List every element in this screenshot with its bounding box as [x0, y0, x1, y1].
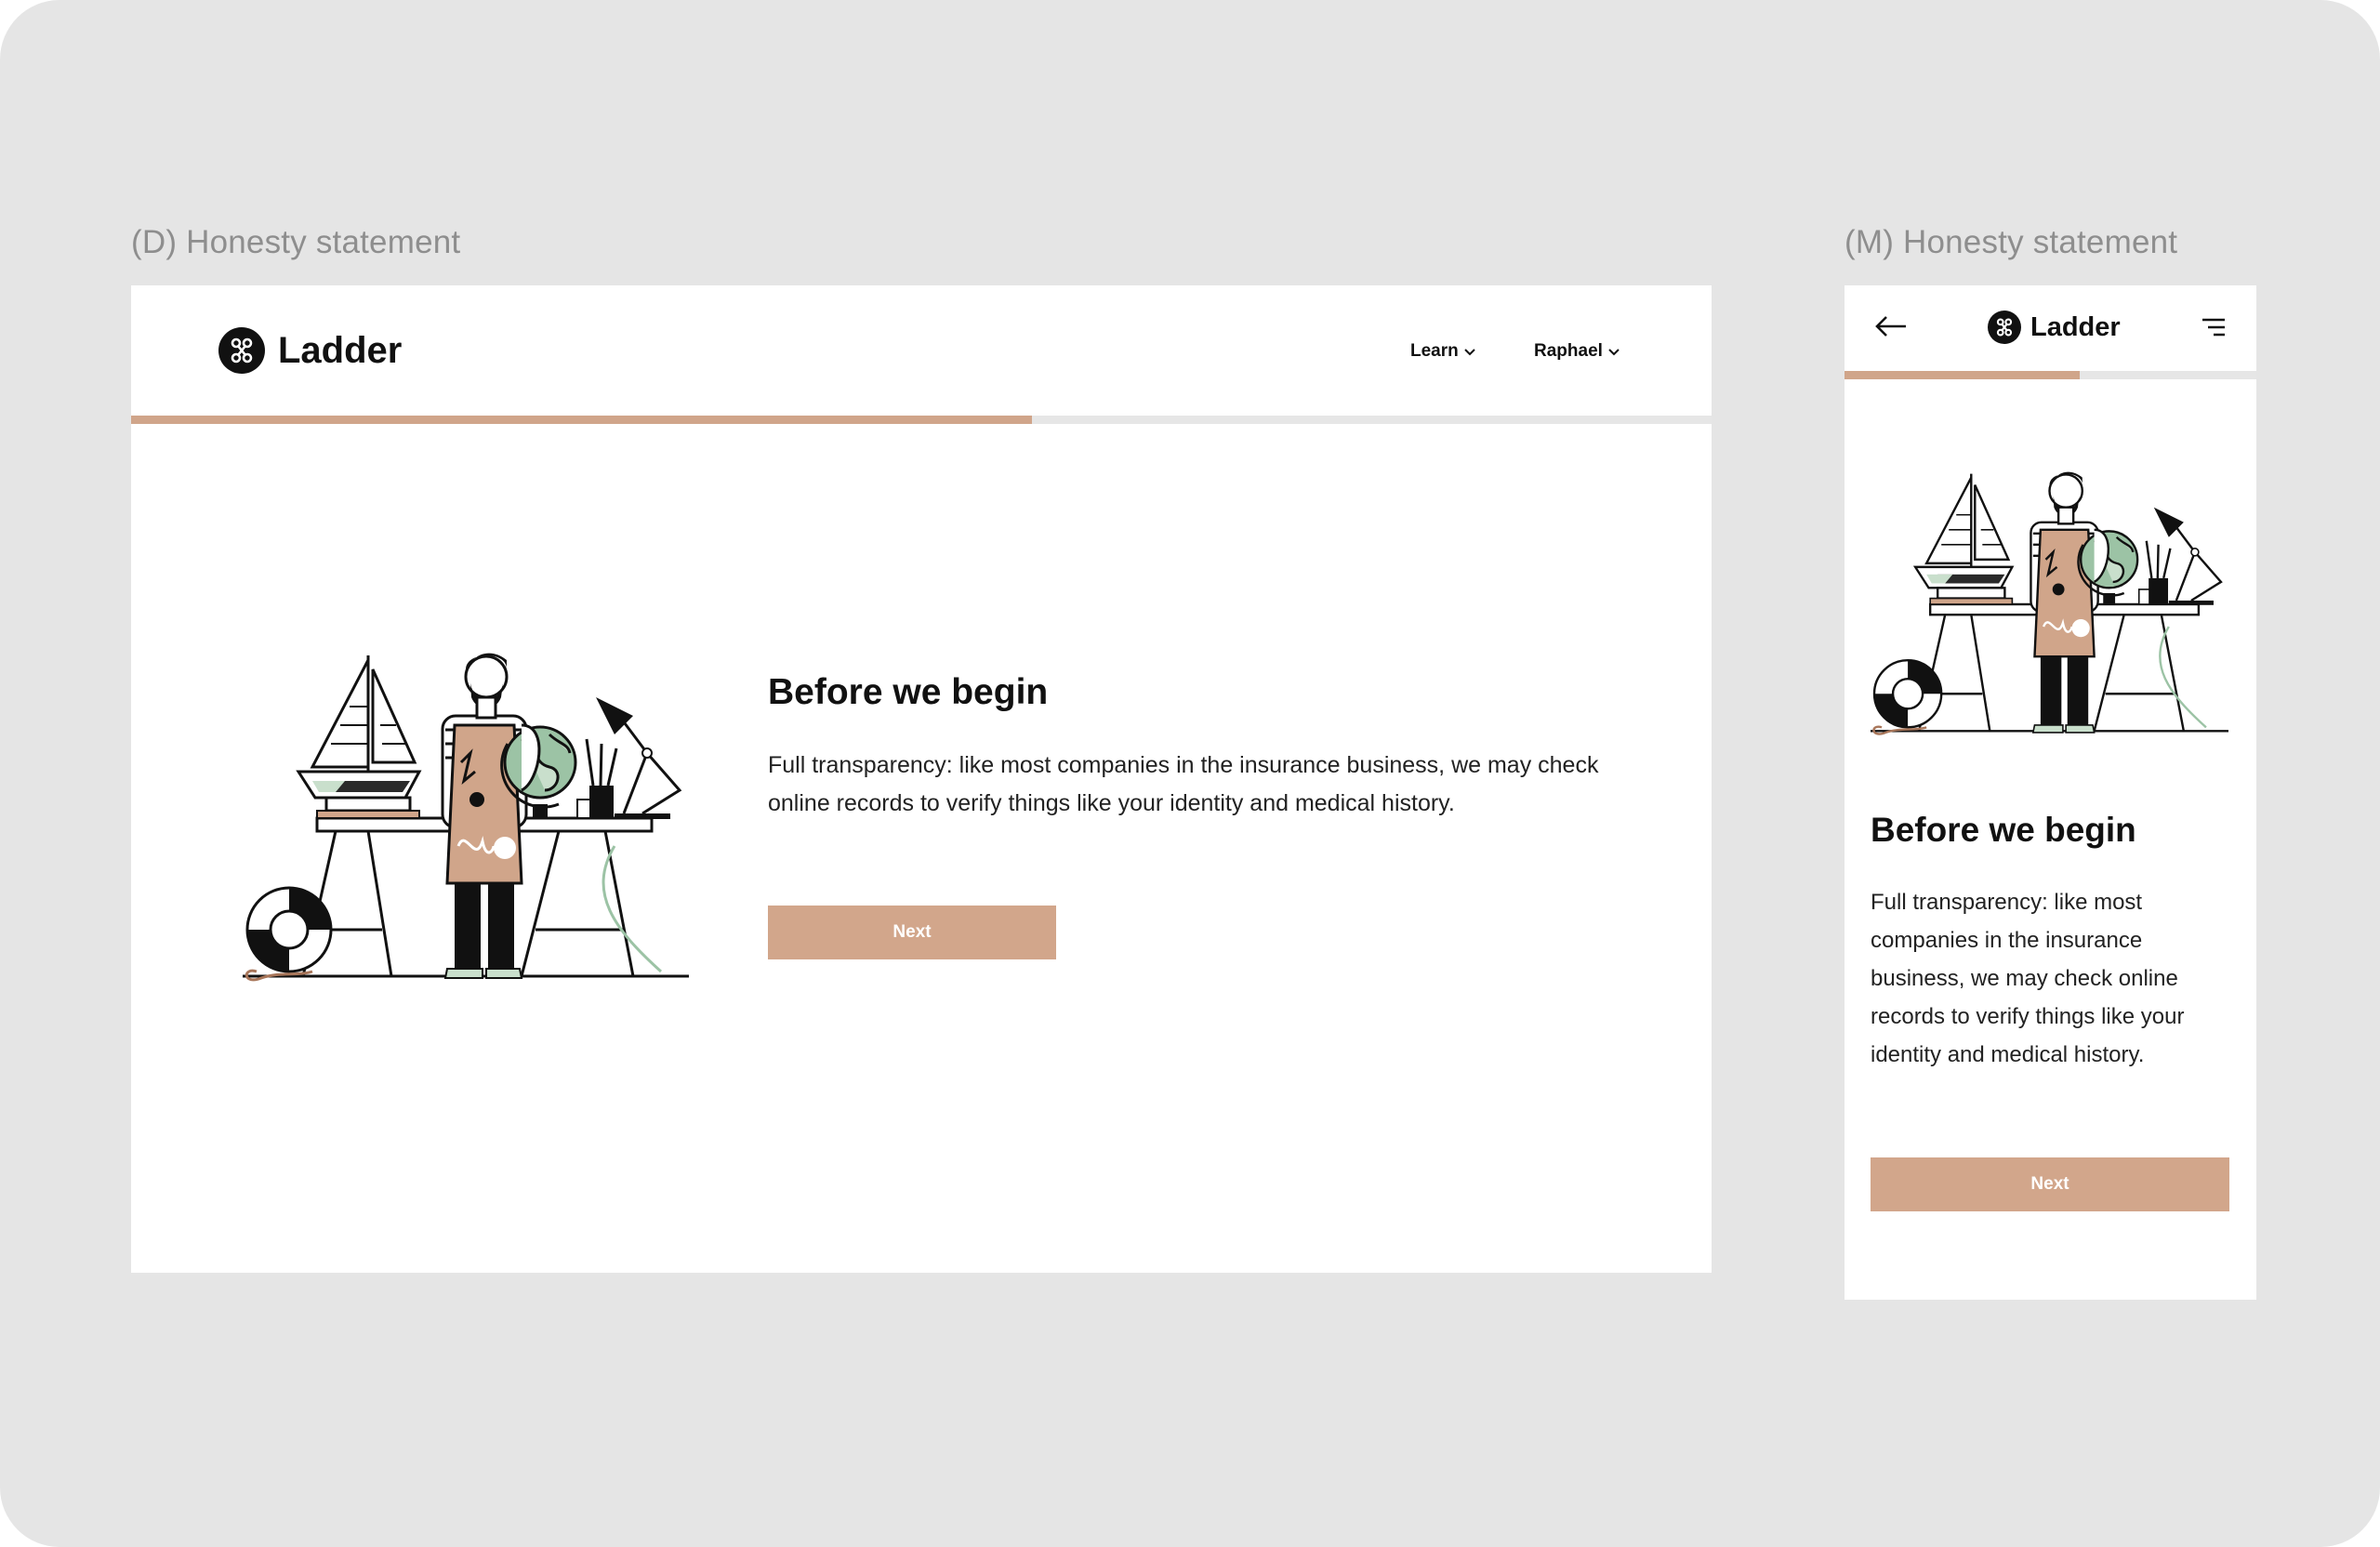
arrow-left-icon[interactable]	[1874, 315, 1908, 342]
progress-fill	[1844, 371, 2080, 379]
progress-fill	[131, 416, 1032, 424]
ladder-logo-icon	[218, 327, 265, 374]
progress-bar	[1844, 371, 2256, 379]
ladder-logo-icon	[1988, 311, 2021, 344]
nav-learn-label: Learn	[1410, 341, 1459, 361]
next-button[interactable]: Next	[1871, 1157, 2229, 1211]
nav-account-dropdown[interactable]: Raphael	[1534, 341, 1620, 362]
menu-icon[interactable]	[2201, 317, 2227, 342]
next-button[interactable]: Next	[768, 906, 1056, 959]
progress-bar	[131, 416, 1712, 424]
page-title: Before we begin	[1871, 811, 2136, 849]
desktop-header: Ladder Learn Raphael	[131, 285, 1712, 416]
chevron-down-icon	[1464, 341, 1475, 362]
mobile-frame-label: (M) Honesty statement	[1844, 224, 2178, 260]
honesty-statement-text: Full transparency: like most companies i…	[1871, 890, 2185, 1067]
craftsman-illustration	[243, 652, 689, 982]
chevron-down-icon	[1608, 341, 1620, 362]
design-canvas: (D) Honesty statement Ladder Learn Rapha…	[0, 0, 2380, 1547]
brand-name: Ladder	[278, 329, 403, 371]
brand-logo[interactable]: Ladder	[218, 327, 402, 374]
brand-name: Ladder	[2030, 311, 2121, 342]
desktop-frame-label: (D) Honesty statement	[131, 224, 461, 260]
brand-logo[interactable]: Ladder	[1988, 311, 2121, 344]
nav-learn-dropdown[interactable]: Learn	[1410, 341, 1475, 362]
page-title: Before we begin	[768, 672, 1049, 712]
honesty-statement-text: Full transparency: like most companies i…	[768, 752, 1599, 816]
desktop-frame: Ladder Learn Raphael Before we begin Ful	[131, 285, 1712, 1273]
nav-account-label: Raphael	[1534, 341, 1603, 361]
mobile-frame: Ladder Before we begin Full transparency…	[1844, 285, 2256, 1300]
craftsman-illustration	[1871, 470, 2228, 735]
